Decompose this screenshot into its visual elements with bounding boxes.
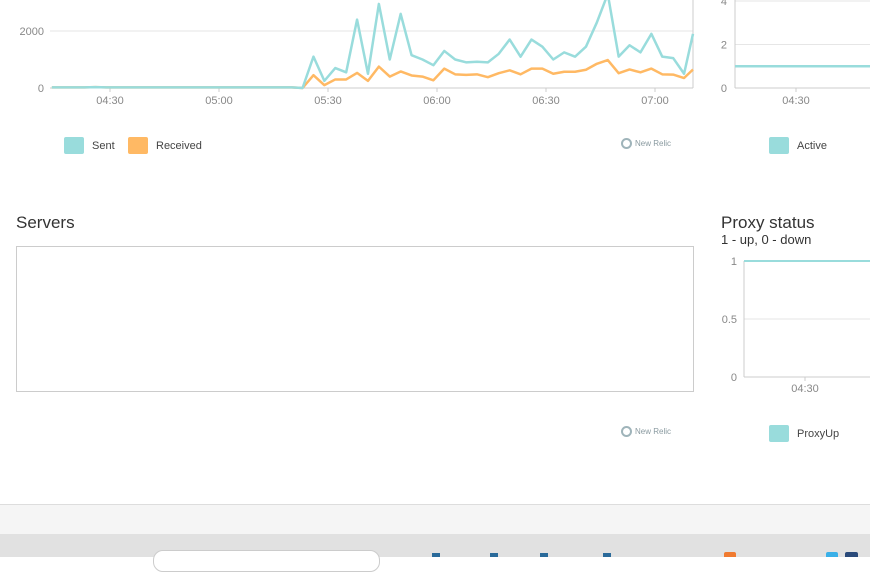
twitter-icon[interactable] xyxy=(826,552,838,557)
footer-link[interactable] xyxy=(432,553,440,557)
legend-label: ProxyUp xyxy=(797,427,840,440)
y-tick-label: 0 xyxy=(731,372,737,384)
legend-label: Received xyxy=(156,139,202,152)
legend-label: Sent xyxy=(92,139,115,152)
search-input[interactable] xyxy=(153,550,380,572)
y-tick-label: 2 xyxy=(721,40,727,52)
y-tick-label: 1 xyxy=(731,256,737,268)
facebook-icon[interactable] xyxy=(845,552,858,557)
legend-swatch-active xyxy=(769,137,789,154)
y-tick-label: 4 xyxy=(721,0,727,8)
x-tick-label: 07:00 xyxy=(641,95,669,107)
legend-item-active[interactable]: Active xyxy=(769,137,827,154)
legend-swatch-received xyxy=(128,137,148,154)
x-tick-label: 05:00 xyxy=(205,95,233,107)
y-tick-label: 0 xyxy=(721,83,727,95)
rss-icon[interactable] xyxy=(724,552,736,557)
x-tick-label: 04:30 xyxy=(791,383,819,395)
legend-swatch-proxyup xyxy=(769,425,789,442)
x-tick-label: 04:30 xyxy=(96,95,124,107)
attribution-text: New Relic xyxy=(635,139,672,148)
y-tick-label: 0 xyxy=(38,83,44,95)
legend-item-sent[interactable]: Sent xyxy=(64,137,115,154)
new-relic-logo-icon xyxy=(621,426,632,437)
footer-bar xyxy=(0,504,870,535)
servers-title: Servers xyxy=(16,213,75,232)
legend-swatch-sent xyxy=(64,137,84,154)
legend-item-proxyup[interactable]: ProxyUp xyxy=(769,425,839,442)
active-chart: 0 2 4 04:30 xyxy=(721,0,870,107)
attribution-text: New Relic xyxy=(635,427,672,436)
x-tick-label: 06:30 xyxy=(532,95,560,107)
x-tick-label: 06:00 xyxy=(423,95,451,107)
x-tick-label: 04:30 xyxy=(782,95,810,107)
legend-label: Active xyxy=(797,139,827,152)
footer-link[interactable] xyxy=(603,553,611,557)
traffic-chart: 0 2000 04:30 05:00 05:30 06:00 06:30 07:00 xyxy=(20,0,695,107)
servers-panel xyxy=(16,246,694,392)
proxy-status-subtitle: 1 - up, 0 - down xyxy=(721,232,812,247)
x-tick-label: 05:30 xyxy=(314,95,342,107)
new-relic-attribution[interactable]: New Relic xyxy=(621,426,671,437)
proxy-status-chart: 0 0.5 1 04:30 xyxy=(722,256,870,395)
y-tick-label: 0.5 xyxy=(722,314,737,326)
legend-item-received[interactable]: Received xyxy=(128,137,202,154)
series-line-received xyxy=(51,58,694,90)
footer-link[interactable] xyxy=(490,553,498,557)
y-tick-label: 2000 xyxy=(20,26,44,38)
new-relic-logo-icon xyxy=(621,138,632,149)
footer-link[interactable] xyxy=(540,553,548,557)
proxy-status-title: Proxy status xyxy=(721,213,815,232)
new-relic-attribution[interactable]: New Relic xyxy=(621,138,671,149)
